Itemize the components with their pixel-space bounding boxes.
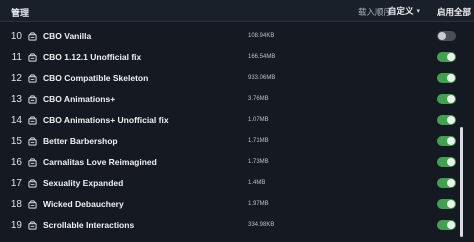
enable-toggle[interactable]	[437, 220, 456, 230]
package-icon	[28, 53, 37, 62]
toggle-knob	[447, 137, 455, 145]
package-icon	[28, 221, 37, 230]
load-order-number: 12	[10, 73, 22, 84]
mod-row[interactable]: 14 CBO Animations+ Unofficial fix 1.07MB	[0, 111, 474, 132]
chevron-down-icon: ▾	[416, 8, 421, 15]
toggle-knob	[447, 158, 455, 166]
mod-size: 334.98KB	[248, 222, 275, 228]
mod-row[interactable]: 10 CBO Vanilla 108.94KB	[0, 27, 474, 48]
package-icon	[28, 95, 37, 104]
mod-row[interactable]: 18 Wicked Debauchery 1.97MB	[0, 195, 474, 216]
load-order-number: 13	[10, 94, 22, 105]
mod-row[interactable]: 15 Better Barbershop 1.71MB	[0, 132, 474, 153]
load-order-number: 10	[10, 31, 22, 42]
load-order-number: 16	[10, 157, 22, 168]
mod-size: 1.73MB	[248, 159, 269, 165]
mod-size: 1.4MB	[248, 180, 266, 186]
toggle-knob	[438, 32, 446, 40]
enable-toggle[interactable]	[437, 73, 456, 83]
mod-row[interactable]: 13 CBO Animations+ 3.76MB	[0, 90, 474, 111]
sort-dropdown[interactable]: 自定义 ▾	[388, 5, 420, 17]
toggle-knob	[447, 95, 455, 103]
toggle-knob	[447, 179, 455, 187]
mod-name: CBO Compatible Skeleton	[43, 73, 149, 83]
enable-all-button[interactable]: 启用全部	[437, 6, 471, 18]
enable-toggle[interactable]	[437, 136, 456, 146]
sort-value: 自定义	[388, 6, 414, 16]
mod-name: Carnalitas Love Reimagined	[43, 157, 157, 167]
mod-name: Scrollable Interactions	[43, 220, 135, 230]
toggle-knob	[447, 116, 455, 124]
package-icon	[28, 116, 37, 125]
mod-size: 166.54MB	[248, 54, 276, 60]
toggle-knob	[447, 74, 455, 82]
mod-size: 933.06MB	[248, 75, 276, 81]
enable-toggle[interactable]	[437, 157, 456, 167]
package-icon	[28, 200, 37, 209]
toggle-knob	[447, 221, 455, 229]
enable-toggle[interactable]	[437, 115, 456, 125]
load-order-number: 18	[10, 199, 22, 210]
package-icon	[28, 137, 37, 146]
mod-size: 1.97MB	[248, 201, 269, 207]
enable-toggle[interactable]	[437, 94, 456, 104]
mod-name: CBO Animations+ Unofficial fix	[43, 115, 169, 125]
list-header: 管理 载入顺序 自定义 ▾ 启用全部	[0, 0, 474, 22]
mod-name: CBO 1.12.1 Unofficial fix	[43, 52, 142, 62]
mod-size: 3.76MB	[248, 96, 269, 102]
load-order-number: 19	[10, 220, 22, 231]
mod-row[interactable]: 19 Scrollable Interactions 334.98KB	[0, 216, 474, 237]
load-order-label: 载入顺序	[358, 7, 393, 17]
manage-tab[interactable]: 管理	[11, 6, 29, 19]
load-order-number: 15	[10, 136, 22, 147]
enable-toggle[interactable]	[437, 52, 456, 62]
mod-size: 1.07MB	[248, 117, 269, 123]
scrollbar-thumb[interactable]	[460, 127, 463, 237]
toggle-knob	[447, 200, 455, 208]
load-order-number: 14	[10, 115, 22, 126]
mod-row[interactable]: 12 CBO Compatible Skeleton 933.06MB	[0, 69, 474, 90]
mod-row[interactable]: 11 CBO 1.12.1 Unofficial fix 166.54MB	[0, 48, 474, 69]
load-order-number: 17	[10, 178, 22, 189]
mod-list-panel: 管理 载入顺序 自定义 ▾ 启用全部 10 CBO Vanilla 108.94KB…	[0, 0, 474, 242]
package-icon	[28, 74, 37, 83]
mod-name: Sexuality Expanded	[43, 178, 124, 188]
mod-name: Wicked Debauchery	[43, 199, 124, 209]
package-icon	[28, 32, 37, 41]
mod-size: 108.94KB	[248, 33, 275, 39]
package-icon	[28, 179, 37, 188]
load-order-number: 11	[11, 52, 22, 63]
mod-name: CBO Vanilla	[43, 31, 92, 41]
enable-toggle[interactable]	[437, 178, 456, 188]
mod-name: Better Barbershop	[43, 136, 118, 146]
mod-name: CBO Animations+	[43, 94, 116, 104]
mod-size: 1.71MB	[248, 138, 269, 144]
enable-toggle[interactable]	[437, 31, 456, 41]
toggle-knob	[447, 53, 455, 61]
mod-row[interactable]: 16 Carnalitas Love Reimagined 1.73MB	[0, 153, 474, 174]
enable-toggle[interactable]	[437, 199, 456, 209]
mod-row[interactable]: 17 Sexuality Expanded 1.4MB	[0, 174, 474, 195]
package-icon	[28, 158, 37, 167]
